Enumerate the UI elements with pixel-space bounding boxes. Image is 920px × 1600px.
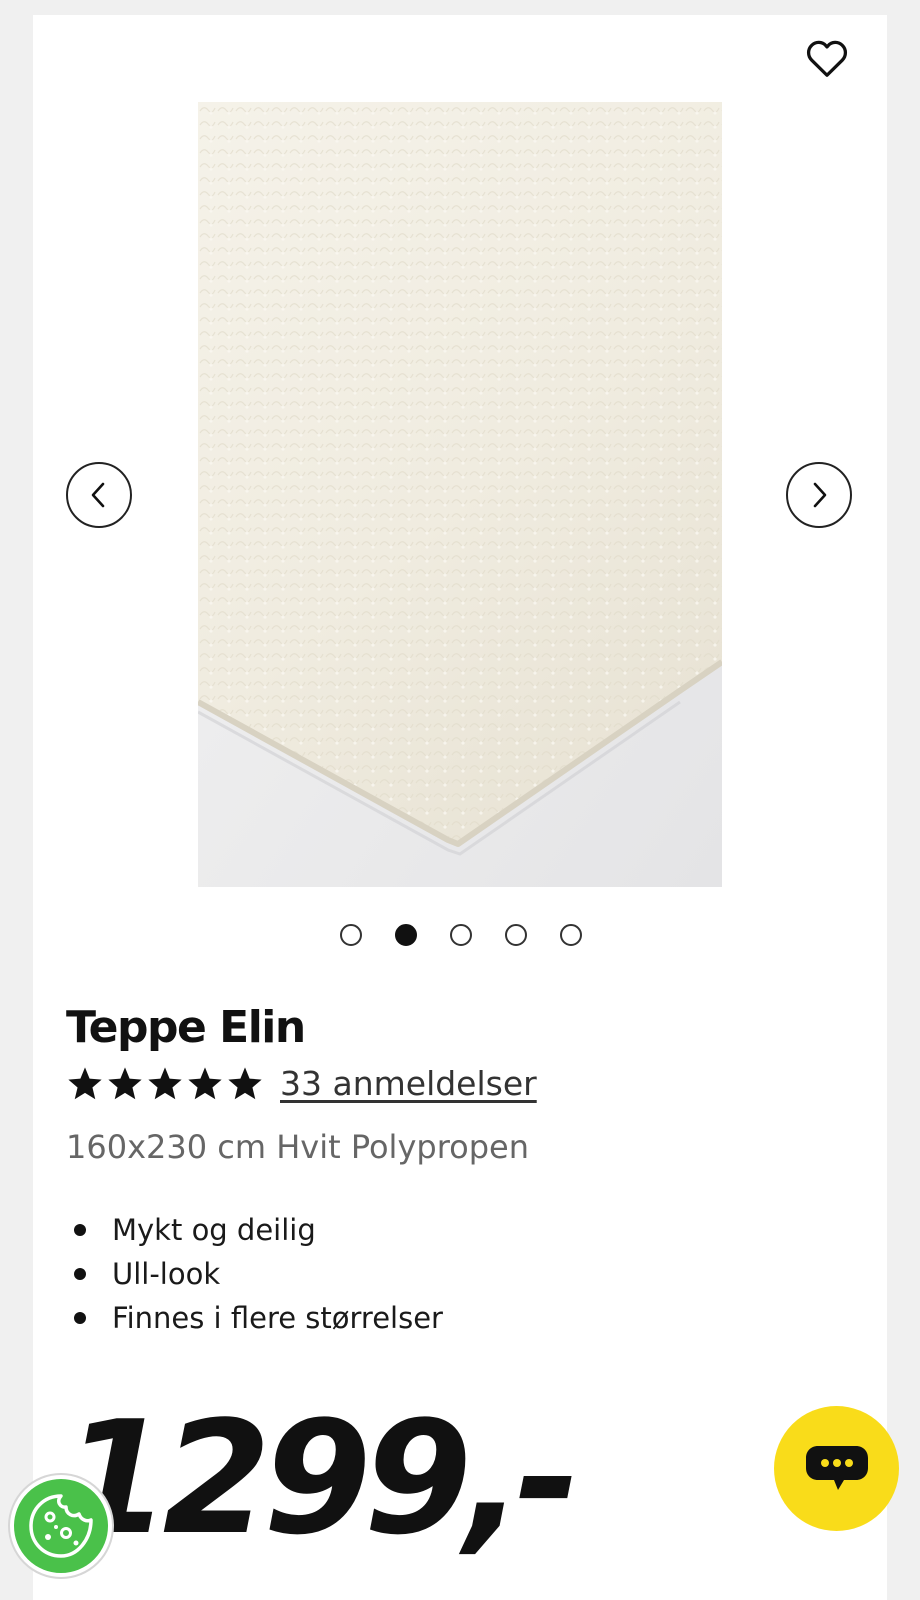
chevron-left-icon [91,482,105,508]
next-image-button[interactable] [786,462,852,528]
gallery-dot-3[interactable] [450,924,472,946]
gallery-dot-4[interactable] [505,924,527,946]
gallery-dot-5[interactable] [560,924,582,946]
bullet-icon [74,1268,86,1280]
heart-outline-icon [806,40,848,77]
reviews-link[interactable]: 33 anmeldelser [280,1064,537,1103]
product-image[interactable] [198,102,722,887]
feature-list: Mykt og deilig Ull-look Finnes i flere s… [66,1208,443,1340]
gallery-pagination [340,924,582,946]
gallery-dot-2[interactable] [395,924,417,946]
feature-label: Mykt og deilig [112,1213,316,1247]
feature-item: Ull-look [66,1252,443,1296]
feature-item: Finnes i flere størrelser [66,1296,443,1340]
product-price: 1299,- [62,1387,580,1569]
feature-item: Mykt og deilig [66,1208,443,1252]
star-icon [228,1066,262,1099]
feature-label: Finnes i flere størrelser [112,1301,443,1335]
chat-bubble-icon [805,1445,868,1490]
star-icon [188,1066,222,1099]
product-title: Teppe Elin [66,1002,306,1053]
star-icon [148,1066,182,1099]
product-rating: 33 anmeldelser [66,1064,537,1103]
star-icon [108,1066,142,1099]
cookie-settings-button[interactable] [10,1475,112,1577]
chevron-right-icon [813,482,827,508]
chat-button[interactable] [774,1406,899,1531]
bullet-icon [74,1224,86,1236]
rating-stars [66,1065,264,1103]
previous-image-button[interactable] [66,462,132,528]
feature-label: Ull-look [112,1257,221,1291]
gallery-dot-1[interactable] [340,924,362,946]
product-specs: 160x230 cm Hvit Polypropen [66,1128,529,1166]
favorite-button[interactable] [803,34,851,82]
bullet-icon [74,1312,86,1324]
cookie-icon [29,1494,93,1558]
rug-photo [198,102,722,887]
star-icon [68,1066,102,1099]
